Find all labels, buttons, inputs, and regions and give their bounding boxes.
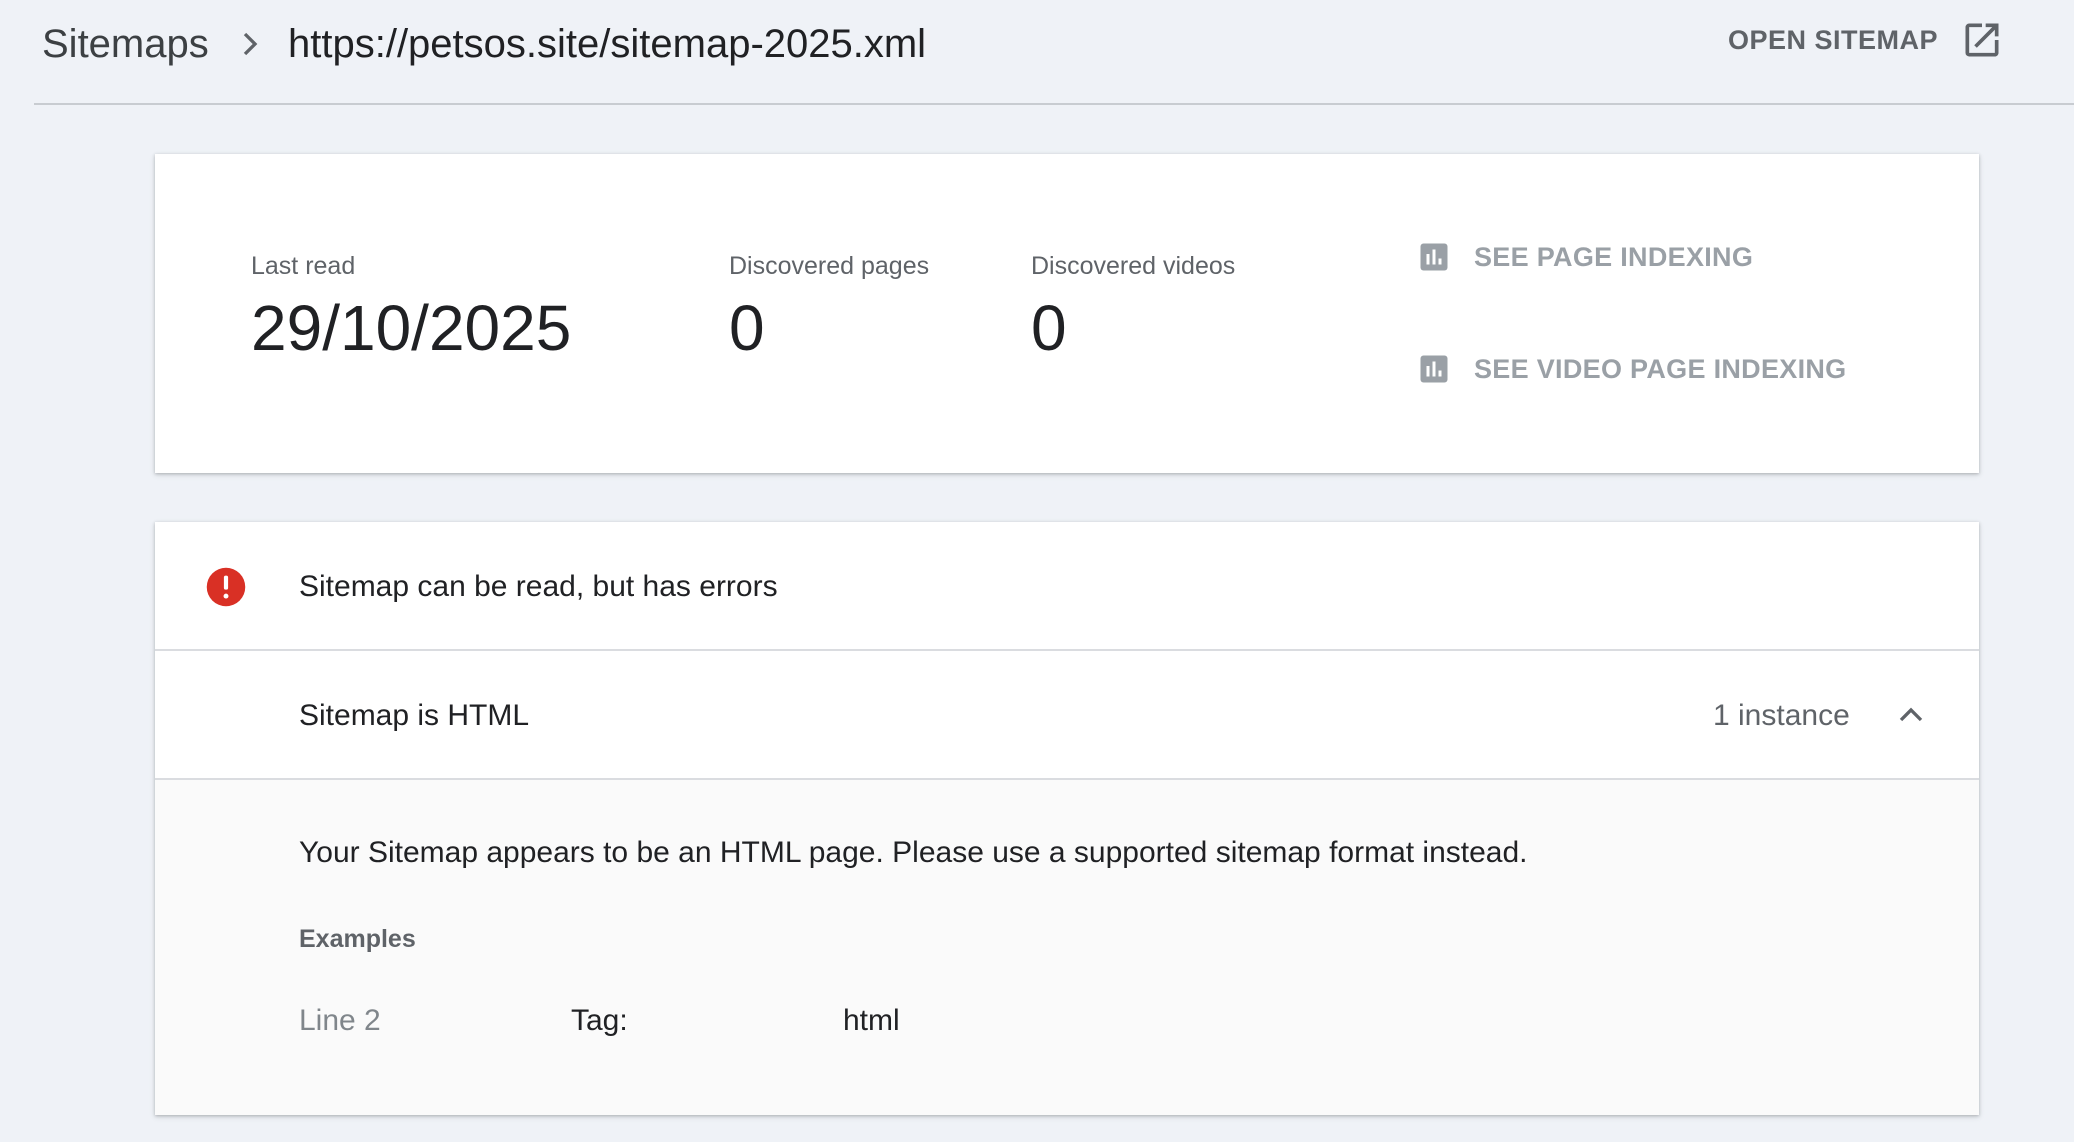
sitemap-errors-card: Sitemap can be read, but has errors Site… (155, 522, 1979, 1115)
breadcrumb-sitemaps[interactable]: Sitemaps (42, 18, 209, 70)
issue-row-sitemap-is-html[interactable]: Sitemap is HTML 1 instance (155, 651, 1979, 780)
open-in-new-icon (1965, 23, 1999, 57)
see-page-indexing-link[interactable]: SEE PAGE INDEXING (1416, 237, 1753, 277)
examples-heading: Examples (299, 925, 416, 953)
last-read-value: 29/10/2025 (251, 292, 572, 364)
discovered-pages-stat: Discovered pages 0 (729, 250, 929, 368)
example-tag-label: Tag: (571, 1004, 628, 1037)
bar-chart-icon (1420, 243, 1448, 271)
discovered-videos-label: Discovered videos (1031, 252, 1236, 280)
see-page-indexing-label: SEE PAGE INDEXING (1474, 241, 1754, 272)
more-vert-icon[interactable] (2066, 20, 2074, 60)
issue-instance-count: 1 instance (1713, 699, 1850, 732)
breadcrumb-current-sitemap: https://petsos.site/sitemap-2025.xml (288, 22, 927, 66)
open-sitemap-label: OPEN SITEMAP (1728, 24, 1939, 55)
issue-title: Sitemap is HTML (299, 699, 530, 732)
chevron-right-icon (243, 32, 258, 56)
last-read-label: Last read (251, 252, 356, 280)
issue-description: Your Sitemap appears to be an HTML page.… (299, 836, 1528, 869)
see-video-page-indexing-label: SEE VIDEO PAGE INDEXING (1474, 353, 1847, 384)
sitemap-stats-card: Last read 29/10/2025 Discovered pages 0 … (155, 154, 1979, 473)
page-header: Sitemaps https://petsos.site/sitemap-202… (34, 0, 2074, 105)
chevron-up-icon[interactable] (1891, 695, 1931, 735)
example-tag-value: html (843, 1004, 900, 1037)
sitemap-details-page: Sitemaps https://petsos.site/sitemap-202… (0, 0, 2074, 1142)
last-read-stat: Last read 29/10/2025 (251, 250, 571, 368)
error-status-text: Sitemap can be read, but has errors (299, 570, 778, 603)
see-video-page-indexing-link[interactable]: SEE VIDEO PAGE INDEXING (1416, 349, 1846, 389)
discovered-videos-stat: Discovered videos 0 (1031, 250, 1235, 368)
issue-details-panel: Your Sitemap appears to be an HTML page.… (155, 780, 1979, 1115)
example-line-number: Line 2 (299, 1004, 381, 1037)
bar-chart-icon (1420, 355, 1448, 383)
error-status-row: Sitemap can be read, but has errors (155, 522, 1979, 651)
error-icon (206, 567, 246, 607)
discovered-pages-value: 0 (729, 292, 765, 364)
open-sitemap-button[interactable]: OPEN SITEMAP (1728, 14, 2004, 66)
discovered-pages-label: Discovered pages (729, 252, 930, 280)
discovered-videos-value: 0 (1031, 292, 1067, 364)
